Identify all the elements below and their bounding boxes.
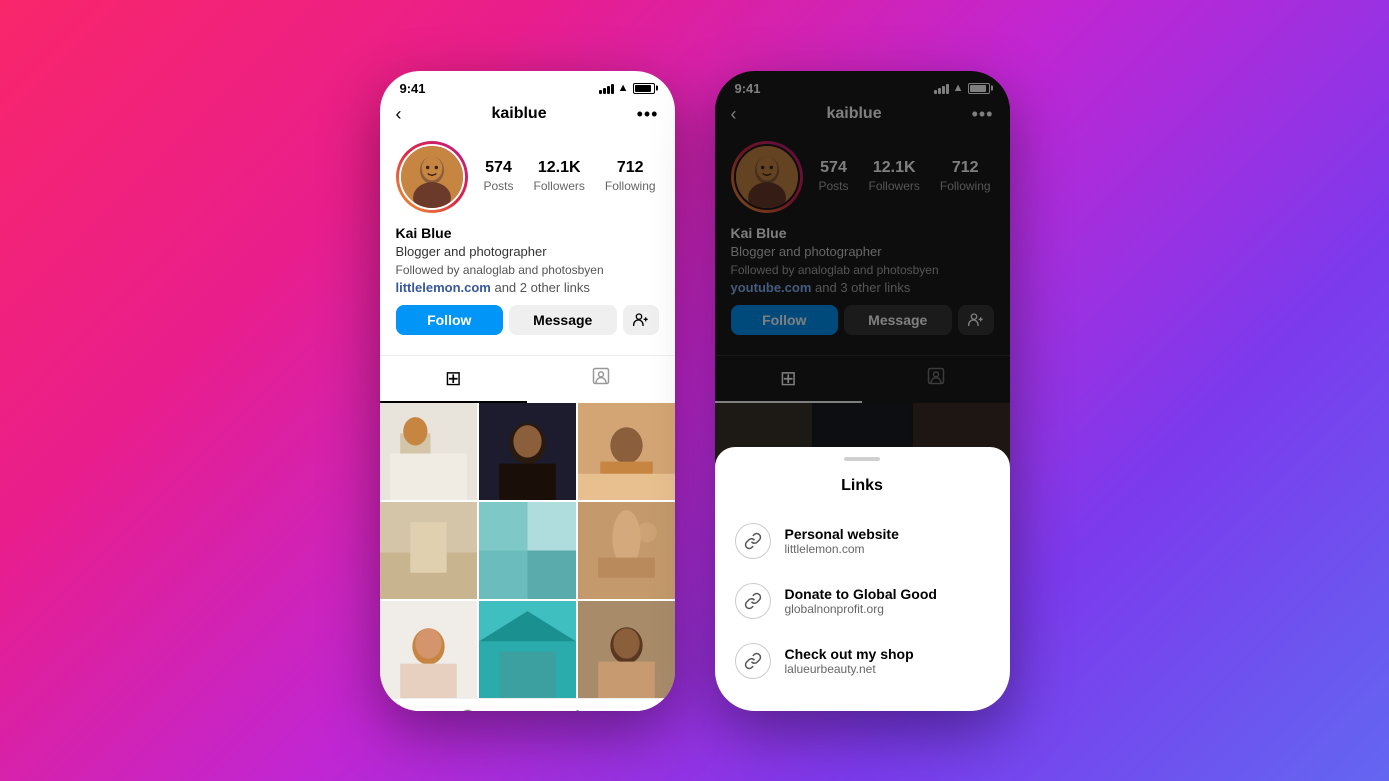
link-url-1: globalnonprofit.org (785, 602, 937, 616)
tab-tagged[interactable] (527, 356, 675, 403)
follow-button[interactable]: Follow (396, 305, 504, 335)
posts-label: Posts (484, 179, 514, 193)
action-buttons: Follow Message (396, 305, 659, 335)
grid-icon: ⊞ (445, 366, 462, 391)
tab-grid[interactable]: ⊞ (380, 356, 528, 403)
followers-label: Followers (534, 179, 585, 193)
photo-grid-light (380, 403, 675, 698)
wifi-icon: ▲ (618, 82, 629, 94)
profile-username: kaiblue (491, 105, 546, 123)
profile-section-light: 574 Posts 12.1K Followers 712 Following … (380, 133, 675, 347)
home-nav-icon[interactable]: ⌂ (412, 709, 425, 711)
add-person-button[interactable] (623, 305, 659, 335)
photo-cell-7[interactable] (380, 601, 477, 698)
profile-name: Kai Blue (396, 225, 659, 241)
bottom-nav-light: ⌂ 🔍 ▶ 🛍 ● (380, 698, 675, 711)
dark-phone: 9:41 ▲ ‹ kaiblue ••• (715, 71, 1010, 711)
profile-row: 574 Posts 12.1K Followers 712 Following (396, 141, 659, 213)
status-icons-light: ▲ (599, 82, 655, 94)
link-icon-0 (735, 523, 771, 559)
reels-nav-icon[interactable]: ▶ (518, 709, 535, 711)
back-button[interactable]: ‹ (396, 104, 402, 125)
tabs-row-light: ⊞ (380, 355, 675, 403)
following-label: Following (605, 179, 656, 193)
shop-nav-icon[interactable]: 🛍 (568, 709, 596, 711)
photo-cell-9[interactable] (578, 601, 675, 698)
profile-bio: Blogger and photographer (396, 243, 659, 261)
link-title-0: Personal website (785, 526, 899, 542)
add-person-icon (633, 312, 649, 328)
avatar-image (401, 146, 463, 208)
profile-followed-by: Followed by analoglab and photosbyen (396, 263, 659, 277)
links-sheet: Links Personal website littlelemon.com (715, 447, 1010, 711)
nav-bar-light: ‹ kaiblue ••• (380, 100, 675, 133)
posts-count: 574 (484, 159, 514, 177)
message-button[interactable]: Message (509, 305, 617, 335)
light-phone: 9:41 ▲ ‹ kaiblue ••• (380, 71, 675, 711)
stats-row: 574 Posts 12.1K Followers 712 Following (484, 159, 659, 195)
link-item-1[interactable]: Donate to Global Good globalnonprofit.or… (715, 571, 1010, 631)
link-icon-2 (735, 643, 771, 679)
photo-cell-5[interactable] (479, 502, 576, 599)
photo-cell-2[interactable] (479, 403, 576, 500)
search-nav-icon[interactable]: 🔍 (458, 709, 485, 711)
signal-icon (599, 82, 614, 94)
link-icon-1 (735, 583, 771, 619)
photo-cell-4[interactable] (380, 502, 477, 599)
status-time-light: 9:41 (400, 81, 426, 96)
person-square-icon (591, 366, 611, 393)
avatar[interactable] (396, 141, 468, 213)
stat-posts[interactable]: 574 Posts (484, 159, 514, 195)
followers-count: 12.1K (534, 159, 585, 177)
link-item-2[interactable]: Check out my shop lalueurbeauty.net (715, 631, 1010, 691)
profile-nav-icon[interactable]: ● (629, 709, 642, 711)
photo-cell-3[interactable] (578, 403, 675, 500)
link-item-0[interactable]: Personal website littlelemon.com (715, 511, 1010, 571)
photo-cell-1[interactable] (380, 403, 477, 500)
link-title-1: Donate to Global Good (785, 586, 937, 602)
link-title-2: Check out my shop (785, 646, 914, 662)
battery-icon (633, 83, 655, 94)
sheet-handle (844, 457, 880, 461)
status-bar-light: 9:41 ▲ (380, 71, 675, 100)
more-options-button[interactable]: ••• (637, 104, 659, 125)
following-count: 712 (605, 159, 656, 177)
stat-followers[interactable]: 12.1K Followers (534, 159, 585, 195)
link-url-0: littlelemon.com (785, 542, 899, 556)
sheet-title: Links (715, 477, 1010, 495)
photo-cell-6[interactable] (578, 502, 675, 599)
profile-link[interactable]: littlelemon.com and 2 other links (396, 280, 659, 295)
stat-following[interactable]: 712 Following (605, 159, 656, 195)
link-url-2: lalueurbeauty.net (785, 662, 914, 676)
photo-cell-8[interactable] (479, 601, 576, 698)
